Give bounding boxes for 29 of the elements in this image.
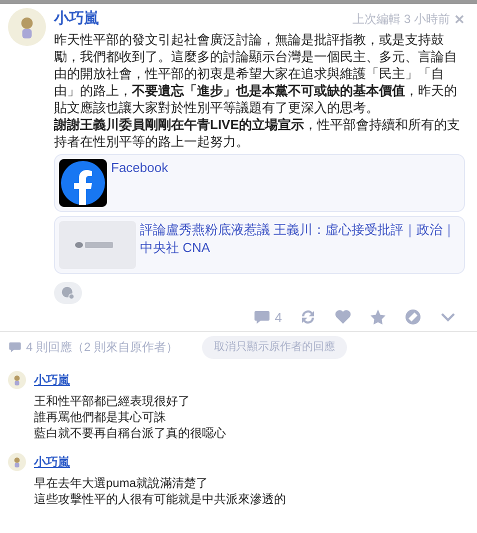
author-name[interactable]: 小巧嵐 — [54, 8, 99, 30]
avatar-icon — [8, 8, 46, 46]
post-text: 謝謝王義川委員剛剛在午青LIVE的立場宣示，性平部會持續和所有的支持者在性別平等的路上一起努力。 — [54, 116, 461, 150]
avatar-icon — [8, 370, 26, 388]
emoji-add-icon — [61, 286, 75, 300]
comment-icon[interactable] — [8, 340, 22, 354]
comment-text: 這些攻擊性平的人很有可能就是中共派來滲透的 — [34, 490, 287, 506]
comment-text: 早在去年大選puma就說滿清楚了 — [34, 474, 210, 490]
link-title[interactable]: 評論盧秀燕粉底液惹議 王義川：虛心接受批評｜政治｜中央社 CNA — [140, 220, 460, 256]
reaction-button[interactable] — [54, 282, 82, 304]
edit-time: 上次編輯 3 小時前 — [352, 11, 450, 28]
link-card[interactable]: 評論盧秀燕粉底液惹議 王義川：虛心接受批評｜政治｜中央社 CNA — [54, 216, 465, 274]
comments-summary: 4 則回應（2 則來自原作者） — [26, 339, 178, 356]
link-card[interactable]: Facebook — [54, 154, 465, 212]
post-text: 昨天性平部的發文引起社會廣泛討論，無論是批評指教，或是支持鼓勵，我們都收到了。這麼多的討論顯示台灣是一個民主、多元、言論自由的開放社會，性平部的初衷是希望大家在追求與維護「民主」「自由」的路上，不要遺忘「進步」也是本黨不可或缺的基本價值，昨天的貼文應該也讓大家對於性別平等議題有了更深入的思考。 — [54, 30, 458, 116]
star-icon[interactable] — [369, 308, 387, 326]
comment-count: 4 — [274, 308, 282, 326]
repost-icon[interactable] — [299, 308, 317, 326]
comment-author[interactable]: 小巧嵐 — [34, 370, 70, 388]
heart-icon[interactable] — [334, 308, 352, 326]
comment-text: 誰再罵他們都是其心可誅 — [34, 408, 167, 424]
block-icon[interactable] — [404, 308, 422, 326]
comment-text: 王和性平部都已經表現很好了 — [34, 392, 191, 408]
comment-text: 藍白就不要再自稱台派了真的很噁心 — [34, 424, 227, 440]
avatar-icon — [8, 452, 26, 470]
comment-author[interactable]: 小巧嵐 — [34, 452, 70, 470]
facebook-logo-icon — [59, 158, 107, 206]
link-title[interactable]: Facebook — [111, 158, 168, 176]
comment-icon[interactable] — [252, 308, 271, 326]
